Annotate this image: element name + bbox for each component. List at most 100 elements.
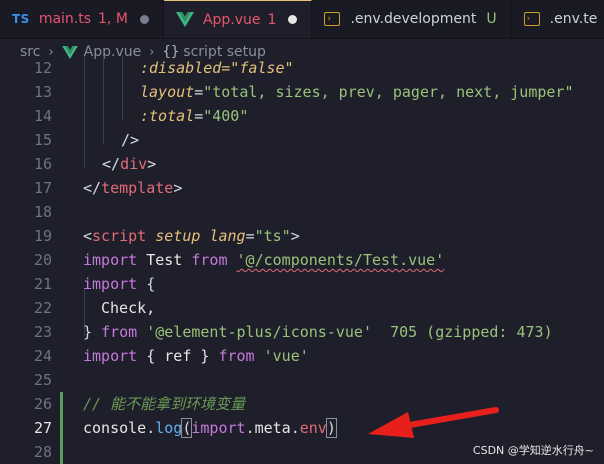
code-token: meta bbox=[254, 419, 291, 437]
code-token: /> bbox=[121, 131, 140, 149]
code-token: import bbox=[83, 275, 138, 293]
code-token: . bbox=[290, 419, 300, 437]
import-cost-hint: 705 (gzipped: 473) bbox=[390, 323, 553, 341]
code-token: div bbox=[120, 155, 148, 173]
code-line: 21 import { bbox=[0, 272, 604, 296]
code-line: 20 import Test from '@/components/Test.v… bbox=[0, 248, 604, 272]
code-token: > bbox=[147, 155, 157, 173]
tab-app-vue[interactable]: App.vue 1 bbox=[163, 0, 313, 38]
code-token-error[interactable]: '@/components/Test.vue' bbox=[237, 251, 445, 269]
unsaved-dot-icon[interactable] bbox=[288, 15, 298, 24]
code-token: = bbox=[194, 107, 204, 125]
code-line: 25 bbox=[0, 368, 604, 392]
tab-label: App.vue bbox=[202, 11, 261, 28]
watermark: CSDN @学知逆水行舟~ bbox=[472, 444, 594, 457]
code-token: 'vue' bbox=[263, 347, 309, 365]
code-token: template bbox=[101, 179, 174, 197]
line-number: 12 bbox=[33, 59, 52, 77]
tab-status: 1, M bbox=[98, 11, 128, 27]
code-token: import bbox=[83, 347, 138, 365]
vue-icon bbox=[175, 12, 194, 27]
tab-status: U bbox=[486, 11, 497, 27]
line-number: 23 bbox=[33, 323, 52, 341]
tab-status: 1 bbox=[267, 11, 277, 28]
code-line: 13 layout="total, sizes, prev, pager, ne… bbox=[0, 80, 604, 104]
line-number: 18 bbox=[33, 203, 52, 221]
tab-bar: TS main.ts 1, M App.vue 1 › .env.develop… bbox=[0, 0, 604, 39]
line-number: 14 bbox=[33, 107, 52, 125]
code-token: setup bbox=[155, 227, 201, 245]
code-token: "400" bbox=[203, 107, 249, 125]
bracket-match: ) bbox=[325, 418, 337, 438]
line-number: 13 bbox=[33, 83, 52, 101]
tab-label: .env.development bbox=[350, 11, 477, 27]
code-token: = bbox=[245, 227, 255, 245]
modified-dot-icon[interactable] bbox=[139, 14, 149, 24]
code-line-current: 27 console.log(import.meta.env) bbox=[0, 416, 604, 440]
code-token: env bbox=[299, 419, 327, 437]
code-token: '@element-plus/icons-vue' bbox=[146, 323, 372, 341]
line-number: 16 bbox=[33, 155, 52, 173]
code-token: < bbox=[83, 227, 93, 245]
line-number: 20 bbox=[33, 251, 52, 269]
code-line: 16 </div> bbox=[0, 152, 604, 176]
tab-env-test[interactable]: › .env.te bbox=[511, 0, 604, 38]
tab-main-ts[interactable]: TS main.ts 1, M bbox=[0, 0, 164, 38]
env-file-icon: › bbox=[324, 12, 341, 26]
code-token: from bbox=[218, 347, 255, 365]
line-number: 26 bbox=[33, 395, 52, 413]
line-number: 19 bbox=[33, 227, 52, 245]
line-number: 28 bbox=[33, 443, 52, 461]
code-token: . bbox=[146, 419, 156, 437]
editor-window: TS main.ts 1, M App.vue 1 › .env.develop… bbox=[0, 0, 604, 464]
code-token: > bbox=[290, 227, 300, 245]
line-number: 21 bbox=[33, 275, 52, 293]
tab-label: .env.te bbox=[549, 11, 598, 27]
code-line: 19 <script setup lang="ts"> bbox=[0, 224, 604, 248]
code-token: </ bbox=[83, 179, 102, 197]
code-line: 15 /> bbox=[0, 128, 604, 152]
code-token: = bbox=[194, 83, 204, 101]
red-arrow-icon bbox=[368, 407, 499, 438]
code-line: 22 Check, bbox=[0, 296, 604, 320]
code-token: console bbox=[83, 419, 147, 437]
code-token: </ bbox=[102, 155, 121, 173]
code-token: { bbox=[146, 275, 156, 293]
code-line: 24 import { ref } from 'vue' bbox=[0, 344, 604, 368]
code-token: from bbox=[101, 323, 138, 341]
tab-label: main.ts bbox=[38, 11, 92, 27]
code-token: Check, bbox=[101, 299, 156, 317]
code-token: from bbox=[191, 251, 228, 269]
code-token: script bbox=[92, 227, 147, 245]
line-number: 15 bbox=[33, 131, 52, 149]
code-comment: // 能不能拿到环境变量 bbox=[83, 395, 246, 413]
code-line: 14 :total="400" bbox=[0, 104, 604, 128]
code-token: { ref } bbox=[146, 347, 210, 365]
code-token: import bbox=[191, 419, 246, 437]
code-token: . bbox=[245, 419, 255, 437]
line-number: 27 bbox=[33, 419, 52, 437]
line-number: 22 bbox=[33, 299, 52, 317]
code-editor[interactable]: 12 :disabled="false" 13 layout="total, s… bbox=[0, 56, 604, 464]
line-number: 17 bbox=[33, 179, 52, 197]
line-number: 24 bbox=[33, 347, 52, 365]
tab-env-development[interactable]: › .env.development U bbox=[312, 0, 512, 38]
code-token: "total, sizes, prev, pager, next, jumper… bbox=[203, 83, 574, 101]
code-token: log bbox=[155, 419, 183, 437]
code-token: :total bbox=[140, 107, 195, 125]
code-line: 26 // 能不能拿到环境变量 bbox=[0, 392, 604, 416]
code-token: import bbox=[83, 251, 138, 269]
code-token: :disabled="false" bbox=[140, 59, 294, 77]
code-line: 17 </template> bbox=[0, 176, 604, 200]
typescript-icon: TS bbox=[12, 12, 30, 26]
code-line: 18 bbox=[0, 200, 604, 224]
code-line: 12 :disabled="false" bbox=[0, 56, 604, 80]
code-line: 23 } from '@element-plus/icons-vue' 705 … bbox=[0, 320, 604, 344]
code-token: layout bbox=[140, 83, 195, 101]
code-token: lang bbox=[209, 227, 246, 245]
code-token: "ts" bbox=[254, 227, 291, 245]
line-number: 25 bbox=[33, 371, 52, 389]
code-token: Test bbox=[146, 251, 183, 269]
code-token: > bbox=[173, 179, 183, 197]
code-token: } bbox=[83, 323, 93, 341]
